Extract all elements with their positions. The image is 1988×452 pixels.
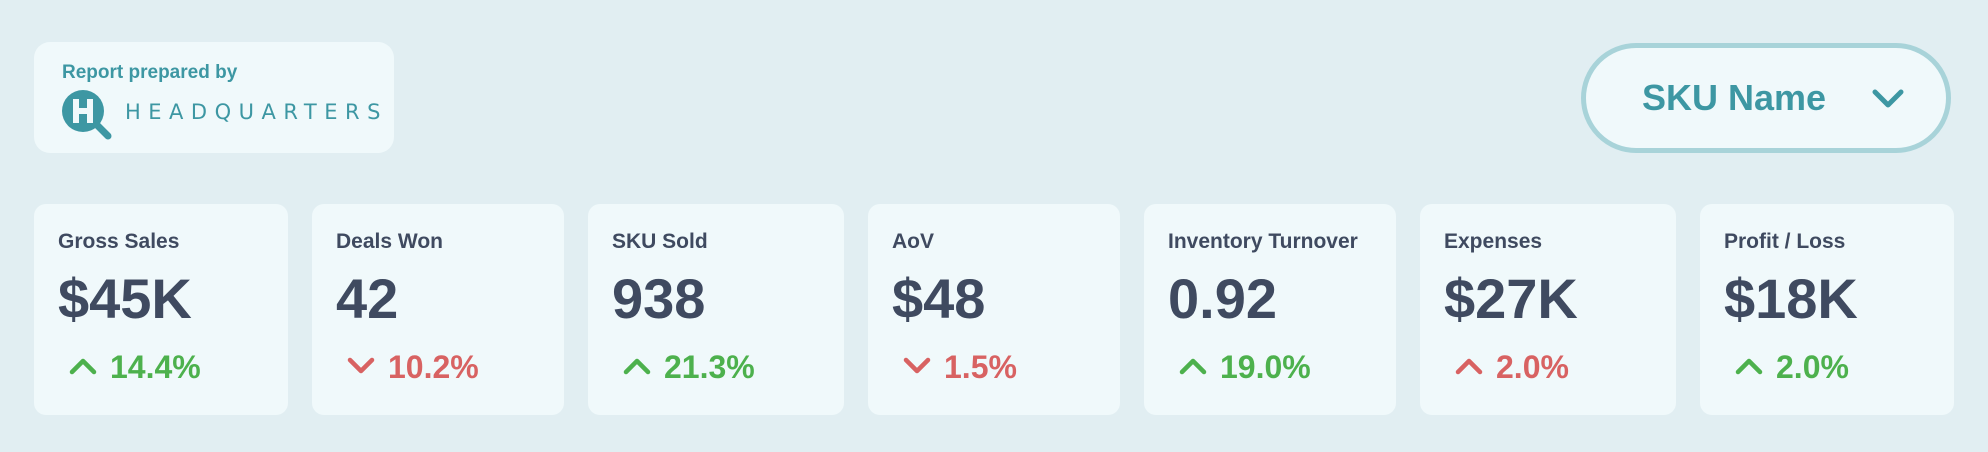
kpi-value: 42 [336,267,399,330]
kpi-card: Expenses $27K 2.0% [1420,204,1676,415]
kpi-card: Gross Sales $45K 14.4% [34,204,288,415]
chevron-up-icon [69,358,97,375]
chevron-down-icon [1872,89,1904,108]
kpi-delta-value: 14.4% [110,349,201,385]
kpi-card: Deals Won 42 10.2% [312,204,564,415]
kpi-value: $18K [1724,267,1858,330]
chevron-up-icon [1455,358,1483,375]
kpi-card: Profit / Loss $18K 2.0% [1700,204,1954,415]
kpi-label: Inventory Turnover [1168,230,1358,253]
kpi-label: Gross Sales [58,230,180,253]
kpi-label: Profit / Loss [1724,230,1846,253]
kpi-value: $48 [892,267,986,330]
kpi-value: 0.92 [1168,267,1277,330]
kpi-delta-value: 1.5% [944,349,1017,385]
kpi-label: SKU Sold [612,230,708,253]
sku-name-dropdown-label: SKU Name [1642,77,1827,118]
chevron-up-icon [1735,358,1763,375]
sku-name-dropdown[interactable]: SKU Name [1581,43,1951,153]
kpi-label: Expenses [1444,230,1543,253]
headquarters-logo-icon [62,90,112,140]
kpi-delta-value: 2.0% [1776,349,1849,385]
chevron-up-icon [623,358,651,375]
brand-name: HEADQUARTERS [125,100,388,124]
kpi-card: SKU Sold 938 21.3% [588,204,844,415]
kpi-value: $27K [1444,267,1578,330]
report-prepared-by-caption: Report prepared by [62,62,238,83]
brand-card: Report prepared by HEADQUARTERS [34,42,394,153]
kpi-card: Inventory Turnover 0.92 19.0% [1144,204,1396,415]
kpi-delta-value: 19.0% [1220,349,1311,385]
kpi-label: AoV [892,230,934,253]
kpi-delta-value: 21.3% [664,349,755,385]
kpi-card: AoV $48 1.5% [868,204,1120,415]
kpi-value: 938 [612,267,706,330]
chevron-up-icon [1179,358,1207,375]
kpi-delta-value: 10.2% [388,349,479,385]
chevron-down-icon [347,357,375,374]
kpi-label: Deals Won [336,230,443,253]
kpi-value: $45K [58,267,192,330]
chevron-down-icon [903,357,931,374]
kpi-delta-value: 2.0% [1496,349,1569,385]
